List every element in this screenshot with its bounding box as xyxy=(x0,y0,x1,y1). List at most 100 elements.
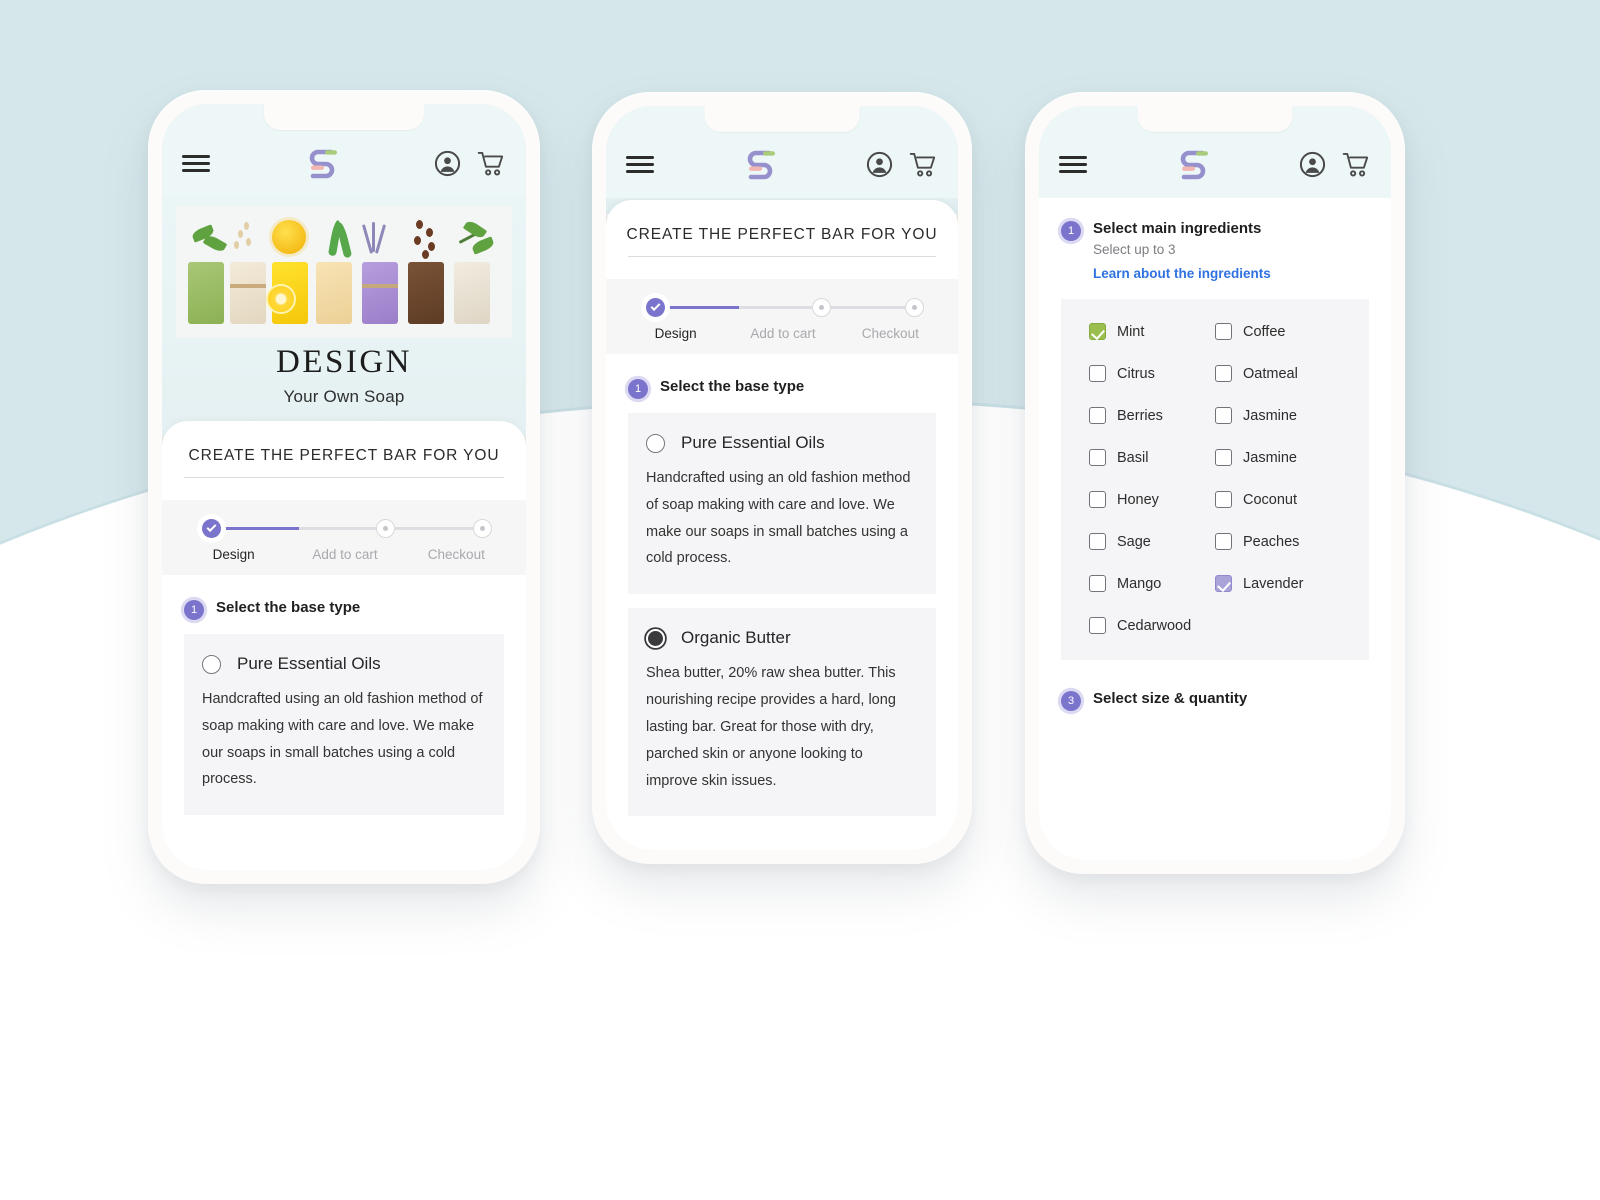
step-label-add-to-cart[interactable]: Add to cart xyxy=(289,547,400,562)
shopping-cart-icon[interactable] xyxy=(909,151,938,178)
ingredient-label: Oatmeal xyxy=(1243,365,1298,382)
option-card-pure-essential-oils[interactable]: Pure Essential Oils Handcrafted using an… xyxy=(628,413,936,595)
ingredient-lavender[interactable]: Lavender xyxy=(1215,575,1341,592)
ingredient-oatmeal[interactable]: Oatmeal xyxy=(1215,365,1341,382)
step-dot-add-to-cart[interactable] xyxy=(812,297,832,317)
step-dot-design[interactable] xyxy=(646,297,665,317)
option-label: Pure Essential Oils xyxy=(681,433,825,452)
option-header: Pure Essential Oils xyxy=(646,433,918,453)
step-dot-add-to-cart[interactable] xyxy=(376,518,396,538)
brand-logo[interactable] xyxy=(1087,145,1299,183)
step-label-checkout[interactable]: Checkout xyxy=(401,547,512,562)
account-circle-icon[interactable] xyxy=(1299,151,1326,178)
checkbox-citrus[interactable] xyxy=(1089,365,1106,382)
checkbox-basil[interactable] xyxy=(1089,449,1106,466)
step-dot-checkout[interactable] xyxy=(473,518,493,538)
ingredient-citrus[interactable]: Citrus xyxy=(1089,365,1215,382)
section-subtitle: Select up to 3 xyxy=(1093,242,1176,257)
hamburger-icon[interactable] xyxy=(1059,152,1087,177)
checkbox-sage[interactable] xyxy=(1089,533,1106,550)
soap-flatlay-image xyxy=(176,206,512,338)
option-card-pure-essential-oils[interactable]: Pure Essential Oils Handcrafted using an… xyxy=(184,634,504,816)
checkbox-mint[interactable] xyxy=(1089,323,1106,340)
hamburger-icon[interactable] xyxy=(626,152,654,177)
ingredient-berries[interactable]: Berries xyxy=(1089,407,1215,424)
step-dot-design[interactable] xyxy=(202,518,221,538)
option-card-organic-butter[interactable]: Organic Butter Shea butter, 20% raw shea… xyxy=(628,608,936,817)
radio-organic-butter[interactable] xyxy=(646,628,665,648)
hamburger-icon[interactable] xyxy=(182,151,210,176)
brand-logo[interactable] xyxy=(210,144,434,182)
ingredient-label: Peaches xyxy=(1243,533,1300,550)
checkbox-coffee[interactable] xyxy=(1215,323,1232,340)
checkbox-berries[interactable] xyxy=(1089,407,1106,424)
hero-title: DESIGN xyxy=(276,344,412,380)
phone-notch xyxy=(1137,106,1293,132)
checkbox-mango[interactable] xyxy=(1089,575,1106,592)
step-dot-checkout[interactable] xyxy=(905,297,925,317)
phone-mockup-1: DESIGN Your Own Soap CREATE THE PERFECT … xyxy=(148,90,540,884)
step-badge-1: 1 xyxy=(628,379,648,399)
checkbox-lavender[interactable] xyxy=(1215,575,1232,592)
content-sheet: CREATE THE PERFECT BAR FOR YOU Design Ad… xyxy=(606,200,958,850)
content-sheet: CREATE THE PERFECT BAR FOR YOU Design Ad… xyxy=(162,421,526,870)
page-title: CREATE THE PERFECT BAR FOR YOU xyxy=(626,226,938,243)
checkbox-jasmine-2[interactable] xyxy=(1215,449,1232,466)
step-line-1b xyxy=(738,305,813,309)
checkbox-peaches[interactable] xyxy=(1215,533,1232,550)
ingredient-label: Coconut xyxy=(1243,491,1298,508)
ingredient-basil[interactable]: Basil xyxy=(1089,449,1215,466)
ingredient-jasmine-2[interactable]: Jasmine xyxy=(1215,449,1341,466)
learn-about-ingredients-link[interactable]: Learn about the ingredients xyxy=(1093,266,1271,281)
section-header-size-quantity[interactable]: 3 Select size & quantity xyxy=(1039,660,1391,711)
ingredients-grid: Mint Coffee Citrus Oatmeal Berries Jasmi… xyxy=(1089,323,1341,634)
ingredient-cedarwood[interactable]: Cedarwood xyxy=(1089,617,1215,634)
section-header-base-type: 1 Select the base type xyxy=(162,575,526,620)
ingredient-mango[interactable]: Mango xyxy=(1089,575,1215,592)
checkbox-honey[interactable] xyxy=(1089,491,1106,508)
ingredient-coffee[interactable]: Coffee xyxy=(1215,323,1341,340)
header-icons xyxy=(1299,151,1371,178)
step-label-design[interactable]: Design xyxy=(622,326,729,341)
option-header: Pure Essential Oils xyxy=(202,654,486,674)
header-icons xyxy=(434,150,506,177)
brand-logo-s-icon xyxy=(1175,145,1211,183)
shopping-cart-icon[interactable] xyxy=(477,150,506,177)
checkbox-cedarwood[interactable] xyxy=(1089,617,1106,634)
account-circle-icon[interactable] xyxy=(434,150,461,177)
ingredient-label: Basil xyxy=(1117,449,1149,466)
ingredient-mint[interactable]: Mint xyxy=(1089,323,1215,340)
section-title: Select main ingredients xyxy=(1093,220,1262,237)
option-label: Organic Butter xyxy=(681,628,791,648)
step-label-add-to-cart[interactable]: Add to cart xyxy=(729,326,836,341)
checkbox-jasmine-1[interactable] xyxy=(1215,407,1232,424)
option-description: Shea butter, 20% raw shea butter. This n… xyxy=(646,665,896,789)
account-circle-icon[interactable] xyxy=(866,151,893,178)
ingredient-jasmine-1[interactable]: Jasmine xyxy=(1215,407,1341,424)
hero-section: DESIGN Your Own Soap xyxy=(162,196,526,437)
page-title: CREATE THE PERFECT BAR FOR YOU xyxy=(188,447,500,464)
ingredient-coconut[interactable]: Coconut xyxy=(1215,491,1341,508)
ingredient-sage[interactable]: Sage xyxy=(1089,533,1215,550)
shopping-cart-icon[interactable] xyxy=(1342,151,1371,178)
ingredient-honey[interactable]: Honey xyxy=(1089,491,1215,508)
phone-1-screen: DESIGN Your Own Soap CREATE THE PERFECT … xyxy=(162,104,526,870)
ingredient-label: Cedarwood xyxy=(1117,617,1192,634)
title-divider xyxy=(184,477,504,478)
step-label-design[interactable]: Design xyxy=(178,547,289,562)
checkout-stepper: Design Add to cart Checkout xyxy=(606,279,958,354)
radio-pure-essential-oils[interactable] xyxy=(202,654,221,674)
step-line-2 xyxy=(395,526,474,530)
radio-pure-essential-oils[interactable] xyxy=(646,433,665,453)
ingredient-peaches[interactable]: Peaches xyxy=(1215,533,1341,550)
step-label-checkout[interactable]: Checkout xyxy=(837,326,944,341)
ingredients-panel: Mint Coffee Citrus Oatmeal Berries Jasmi… xyxy=(1061,299,1369,660)
option-description: Handcrafted using an old fashion method … xyxy=(202,691,483,788)
brand-logo[interactable] xyxy=(654,145,866,183)
brand-logo-s-icon xyxy=(304,144,340,182)
checkout-stepper: Design Add to cart Checkout xyxy=(162,500,526,575)
checkbox-oatmeal[interactable] xyxy=(1215,365,1232,382)
checkbox-coconut[interactable] xyxy=(1215,491,1232,508)
ingredient-label: Mango xyxy=(1117,575,1162,592)
ingredient-label: Honey xyxy=(1117,491,1159,508)
